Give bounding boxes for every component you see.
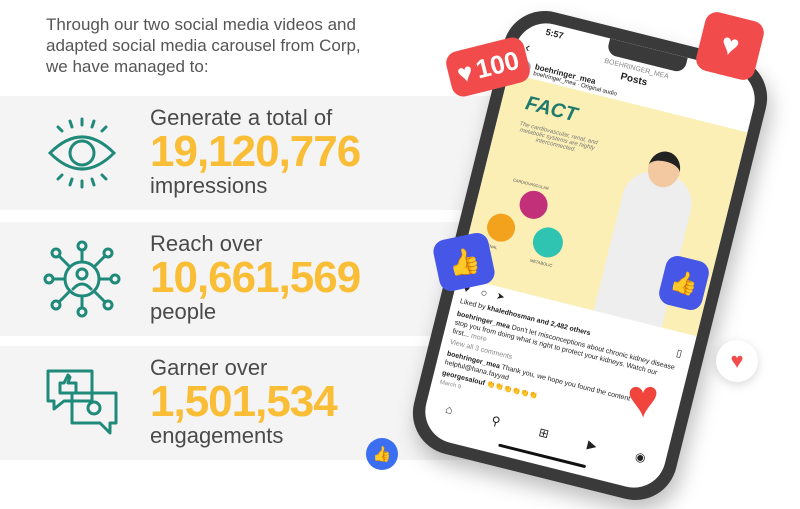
thumbs-up-bubble-icon: 👍 <box>366 438 398 470</box>
network-person-icon <box>43 240 121 318</box>
badge-count: 100 <box>472 44 522 84</box>
status-time: 5:57 <box>544 26 565 41</box>
liked-by: Liked by <box>459 298 489 312</box>
kidney-circle <box>484 210 519 245</box>
label-metabolic: METABOLIC <box>529 257 553 269</box>
stat-value: 10,661,569 <box>150 253 361 302</box>
heart-bubble-icon: ♥ <box>716 340 758 382</box>
heart-icon: ♥ <box>453 55 476 89</box>
post-text: The cardiovascular, renal, and metabolic… <box>518 121 599 154</box>
stat-value: 1,501,534 <box>150 377 338 426</box>
profile-icon[interactable]: ◉ <box>634 449 648 465</box>
post-date: March 9 <box>439 379 462 391</box>
label-cardio: CARDIOVASCULAR <box>512 177 550 191</box>
heart-3d-icon: ♥ <box>626 369 660 429</box>
stat-unit: people <box>150 299 217 324</box>
reels-icon[interactable]: ▶ <box>586 437 598 453</box>
stat-unit: impressions <box>150 173 268 198</box>
comment-icon[interactable]: ○ <box>479 287 488 300</box>
pancreas-circle <box>529 224 567 261</box>
intro-text: Through our two social media videos and … <box>46 15 361 76</box>
search-icon[interactable]: ⚲ <box>490 413 502 429</box>
home-icon[interactable]: ⌂ <box>444 402 454 417</box>
bookmark-icon[interactable]: ▯ <box>675 348 683 360</box>
stat-unit: engagements <box>150 423 284 448</box>
heart-organ-circle <box>516 187 551 222</box>
chat-thumbs-up-icon <box>46 369 118 435</box>
eye-icon <box>47 117 117 189</box>
new-post-icon[interactable]: ⊞ <box>537 425 550 441</box>
share-icon[interactable]: ➤ <box>495 291 506 304</box>
more-link[interactable]: more <box>468 332 487 344</box>
post-title: FACT <box>523 92 580 127</box>
stat-value: 19,120,776 <box>150 127 361 176</box>
